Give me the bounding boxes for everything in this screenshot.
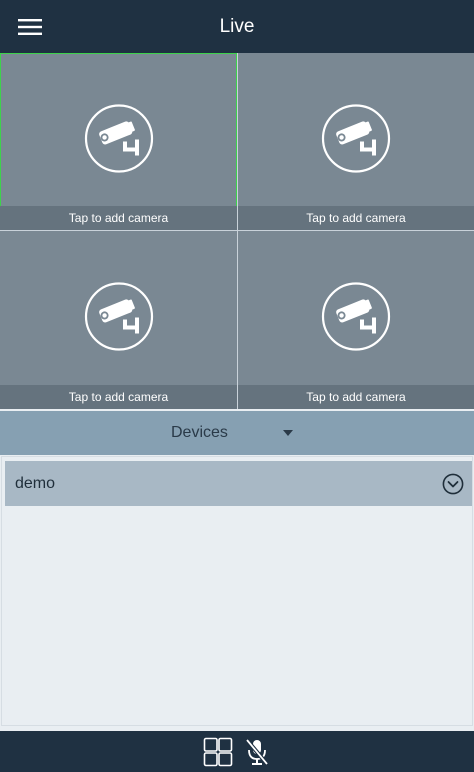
devices-dropdown[interactable]: Devices xyxy=(0,411,474,455)
cctv-camera-icon xyxy=(321,282,391,351)
chevron-down-circle-icon[interactable] xyxy=(442,473,464,495)
camera-slot-4[interactable]: Tap to add camera xyxy=(238,231,474,409)
camera-slot-caption: Tap to add camera xyxy=(238,206,474,230)
cctv-camera-icon xyxy=(321,103,391,173)
camera-slot-caption: Tap to add camera xyxy=(0,385,237,409)
device-list: demo xyxy=(1,456,473,726)
camera-grid: Tap to add camera Tap to add camera Tap … xyxy=(0,53,474,409)
page-title: Live xyxy=(219,16,255,37)
device-name: demo xyxy=(15,475,56,492)
camera-slot-caption: Tap to add camera xyxy=(238,385,474,409)
bottom-toolbar xyxy=(0,731,474,772)
top-app-bar: Live xyxy=(0,0,474,53)
camera-slot-3[interactable]: Tap to add camera xyxy=(0,231,237,409)
camera-slot-1[interactable]: Tap to add camera xyxy=(0,53,237,230)
cctv-camera-icon xyxy=(84,103,153,173)
camera-slot-2[interactable]: Tap to add camera xyxy=(238,53,474,230)
list-item[interactable]: demo xyxy=(5,461,472,506)
caret-down-icon xyxy=(283,430,293,436)
cctv-camera-icon xyxy=(84,282,153,351)
devices-label: Devices xyxy=(171,424,228,441)
grid-layout-icon[interactable] xyxy=(203,737,233,767)
camera-slot-caption: Tap to add camera xyxy=(0,206,237,230)
microphone-muted-icon[interactable] xyxy=(244,738,270,766)
